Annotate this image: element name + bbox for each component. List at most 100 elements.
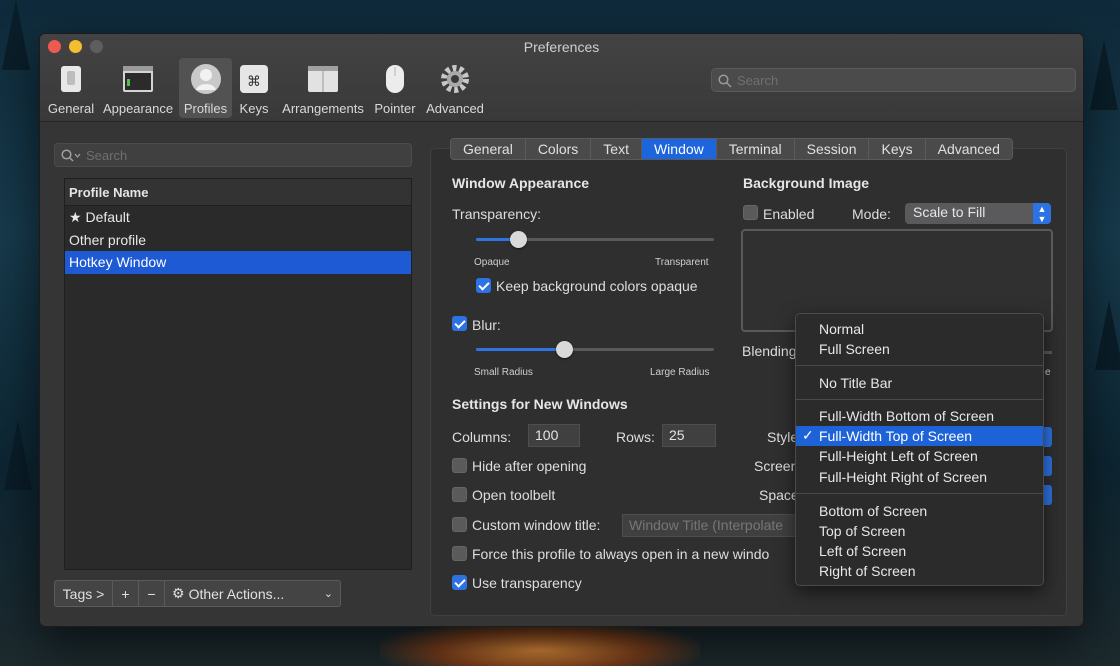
use-transparency-checkbox[interactable]: [452, 575, 467, 590]
blending-slider[interactable]: [1044, 351, 1052, 354]
space-popup-edge[interactable]: [1044, 485, 1052, 505]
style-popup-edge[interactable]: [1044, 427, 1052, 447]
menu-separator: [796, 365, 1043, 366]
popup-arrows-icon: ▲ ▼: [1033, 203, 1051, 224]
tab-window[interactable]: Window: [641, 139, 717, 159]
tree-silhouette: [2, 0, 30, 70]
profiles-person-icon: [190, 64, 221, 94]
tab-general[interactable]: General: [451, 139, 526, 159]
settings-tab-bar: General Colors Text Window Terminal Sess…: [450, 138, 1013, 160]
open-toolbelt-label: Open toolbelt: [472, 487, 556, 503]
toolbar-label: Arrangements: [282, 101, 364, 116]
toolbar-keys[interactable]: ⌘ Keys: [235, 58, 273, 118]
menu-item-left-of-screen[interactable]: Left of Screen: [796, 541, 1043, 561]
menu-item-top-of-screen[interactable]: Top of Screen: [796, 521, 1043, 541]
tab-keys[interactable]: Keys: [869, 139, 926, 159]
screen-popup-edge[interactable]: [1044, 456, 1052, 476]
menu-item-full-height-right[interactable]: Full-Height Right of Screen: [796, 467, 1043, 487]
profile-row-default[interactable]: ★ Default: [65, 206, 411, 229]
rows-field[interactable]: 25: [662, 424, 716, 447]
title-bar: Preferences General Appearance Profiles …: [40, 34, 1083, 122]
menu-item-right-of-screen[interactable]: Right of Screen: [796, 561, 1043, 581]
menu-item-full-height-left[interactable]: Full-Height Left of Screen: [796, 446, 1043, 466]
use-transparency-label: Use transparency: [472, 575, 582, 591]
checkmark-icon: ✓: [802, 427, 814, 443]
menu-item-no-title-bar[interactable]: No Title Bar: [796, 373, 1043, 393]
mode-popup[interactable]: Scale to Fill ▲ ▼: [905, 203, 1051, 224]
appearance-window-icon: [123, 66, 153, 92]
mode-label: Mode:: [852, 206, 891, 222]
tree-silhouette: [1095, 300, 1120, 370]
general-switch-icon: [61, 66, 81, 92]
custom-title-label: Custom window title:: [472, 517, 601, 533]
toolbar-profiles[interactable]: Profiles: [179, 58, 232, 118]
arrangements-window-icon: [308, 66, 338, 92]
menu-separator: [796, 399, 1043, 400]
keep-bg-opaque-label: Keep background colors opaque: [496, 278, 698, 294]
open-toolbelt-checkbox[interactable]: [452, 487, 467, 502]
search-icon: [61, 149, 81, 162]
force-new-window-checkbox[interactable]: [452, 546, 467, 561]
toolbar-advanced[interactable]: Advanced: [424, 58, 486, 118]
blur-label: Blur:: [472, 317, 501, 333]
profile-name: Hotkey Window: [69, 254, 167, 270]
menu-item-full-width-bottom[interactable]: Full-Width Bottom of Screen: [796, 406, 1043, 426]
custom-title-checkbox[interactable]: [452, 517, 467, 532]
tree-silhouette: [1090, 40, 1118, 110]
menu-item-full-width-top[interactable]: ✓ Full-Width Top of Screen: [796, 426, 1043, 446]
force-new-window-label: Force this profile to always open in a n…: [472, 546, 770, 562]
profile-row-hotkey-window[interactable]: Hotkey Window: [65, 251, 411, 274]
menu-item-label: Full-Width Top of Screen: [819, 428, 973, 444]
hide-after-opening-checkbox[interactable]: [452, 458, 467, 473]
slider-knob[interactable]: [555, 341, 573, 358]
toolbar-label: Pointer: [374, 101, 416, 116]
toolbar-label: Keys: [239, 101, 269, 116]
menu-item-bottom-of-screen[interactable]: Bottom of Screen: [796, 501, 1043, 521]
menu-item-normal[interactable]: Normal: [796, 319, 1043, 339]
hide-after-opening-label: Hide after opening: [472, 458, 587, 474]
tab-advanced[interactable]: Advanced: [926, 139, 1012, 159]
columns-field[interactable]: 100: [528, 424, 580, 447]
menu-item-full-screen[interactable]: Full Screen: [796, 339, 1043, 359]
profile-search-input[interactable]: Search: [54, 143, 412, 167]
toolbar-label: Profiles: [183, 101, 228, 116]
tab-session[interactable]: Session: [795, 139, 870, 159]
star-icon: ★: [69, 209, 82, 225]
window-title: Preferences: [523, 39, 600, 55]
add-profile-button[interactable]: +: [113, 581, 139, 606]
transparent-label: Transparent: [655, 257, 709, 268]
large-radius-label: Large Radius: [650, 367, 710, 378]
profile-name: Other profile: [69, 231, 147, 248]
toolbar-arrangements[interactable]: Arrangements: [280, 58, 366, 118]
toolbar-appearance[interactable]: Appearance: [101, 58, 175, 118]
style-label: Style: [767, 429, 799, 445]
tab-colors[interactable]: Colors: [526, 139, 592, 159]
svg-text:⌘: ⌘: [247, 74, 261, 90]
small-radius-label: Small Radius: [474, 367, 533, 378]
tab-text[interactable]: Text: [591, 139, 642, 159]
remove-profile-button[interactable]: −: [139, 581, 165, 606]
toolbar-label: Advanced: [426, 101, 484, 116]
preferences-search-input[interactable]: Search: [711, 68, 1076, 92]
chevron-down-icon: ⌄: [323, 588, 333, 600]
bg-image-enabled-checkbox[interactable]: [743, 205, 758, 220]
style-dropdown-menu: Normal Full Screen No Title Bar Full-Wid…: [795, 313, 1044, 586]
search-placeholder: Search: [737, 73, 779, 88]
toolbar-general[interactable]: General: [46, 58, 96, 118]
blending-max-label: e: [1045, 367, 1051, 378]
other-actions-label: Other Actions...: [188, 585, 285, 602]
keep-bg-opaque-checkbox[interactable]: [476, 278, 491, 293]
profile-row-other[interactable]: Other profile: [65, 229, 411, 252]
screen-label: Screen: [754, 458, 799, 474]
toolbar-pointer[interactable]: Pointer: [371, 58, 419, 118]
custom-title-field[interactable]: Window Title (Interpolate: [622, 514, 802, 537]
tags-button[interactable]: Tags >: [55, 581, 113, 606]
keys-command-icon: ⌘: [240, 65, 268, 93]
search-placeholder: Search: [86, 148, 128, 163]
tab-terminal[interactable]: Terminal: [717, 139, 795, 159]
search-icon: [718, 74, 732, 88]
profile-name-column-header[interactable]: Profile Name: [65, 179, 411, 206]
blending-label: Blending: [742, 343, 797, 359]
other-actions-button[interactable]: ⚙ Other Actions... ⌄: [165, 581, 340, 606]
blur-checkbox[interactable]: [452, 316, 467, 331]
